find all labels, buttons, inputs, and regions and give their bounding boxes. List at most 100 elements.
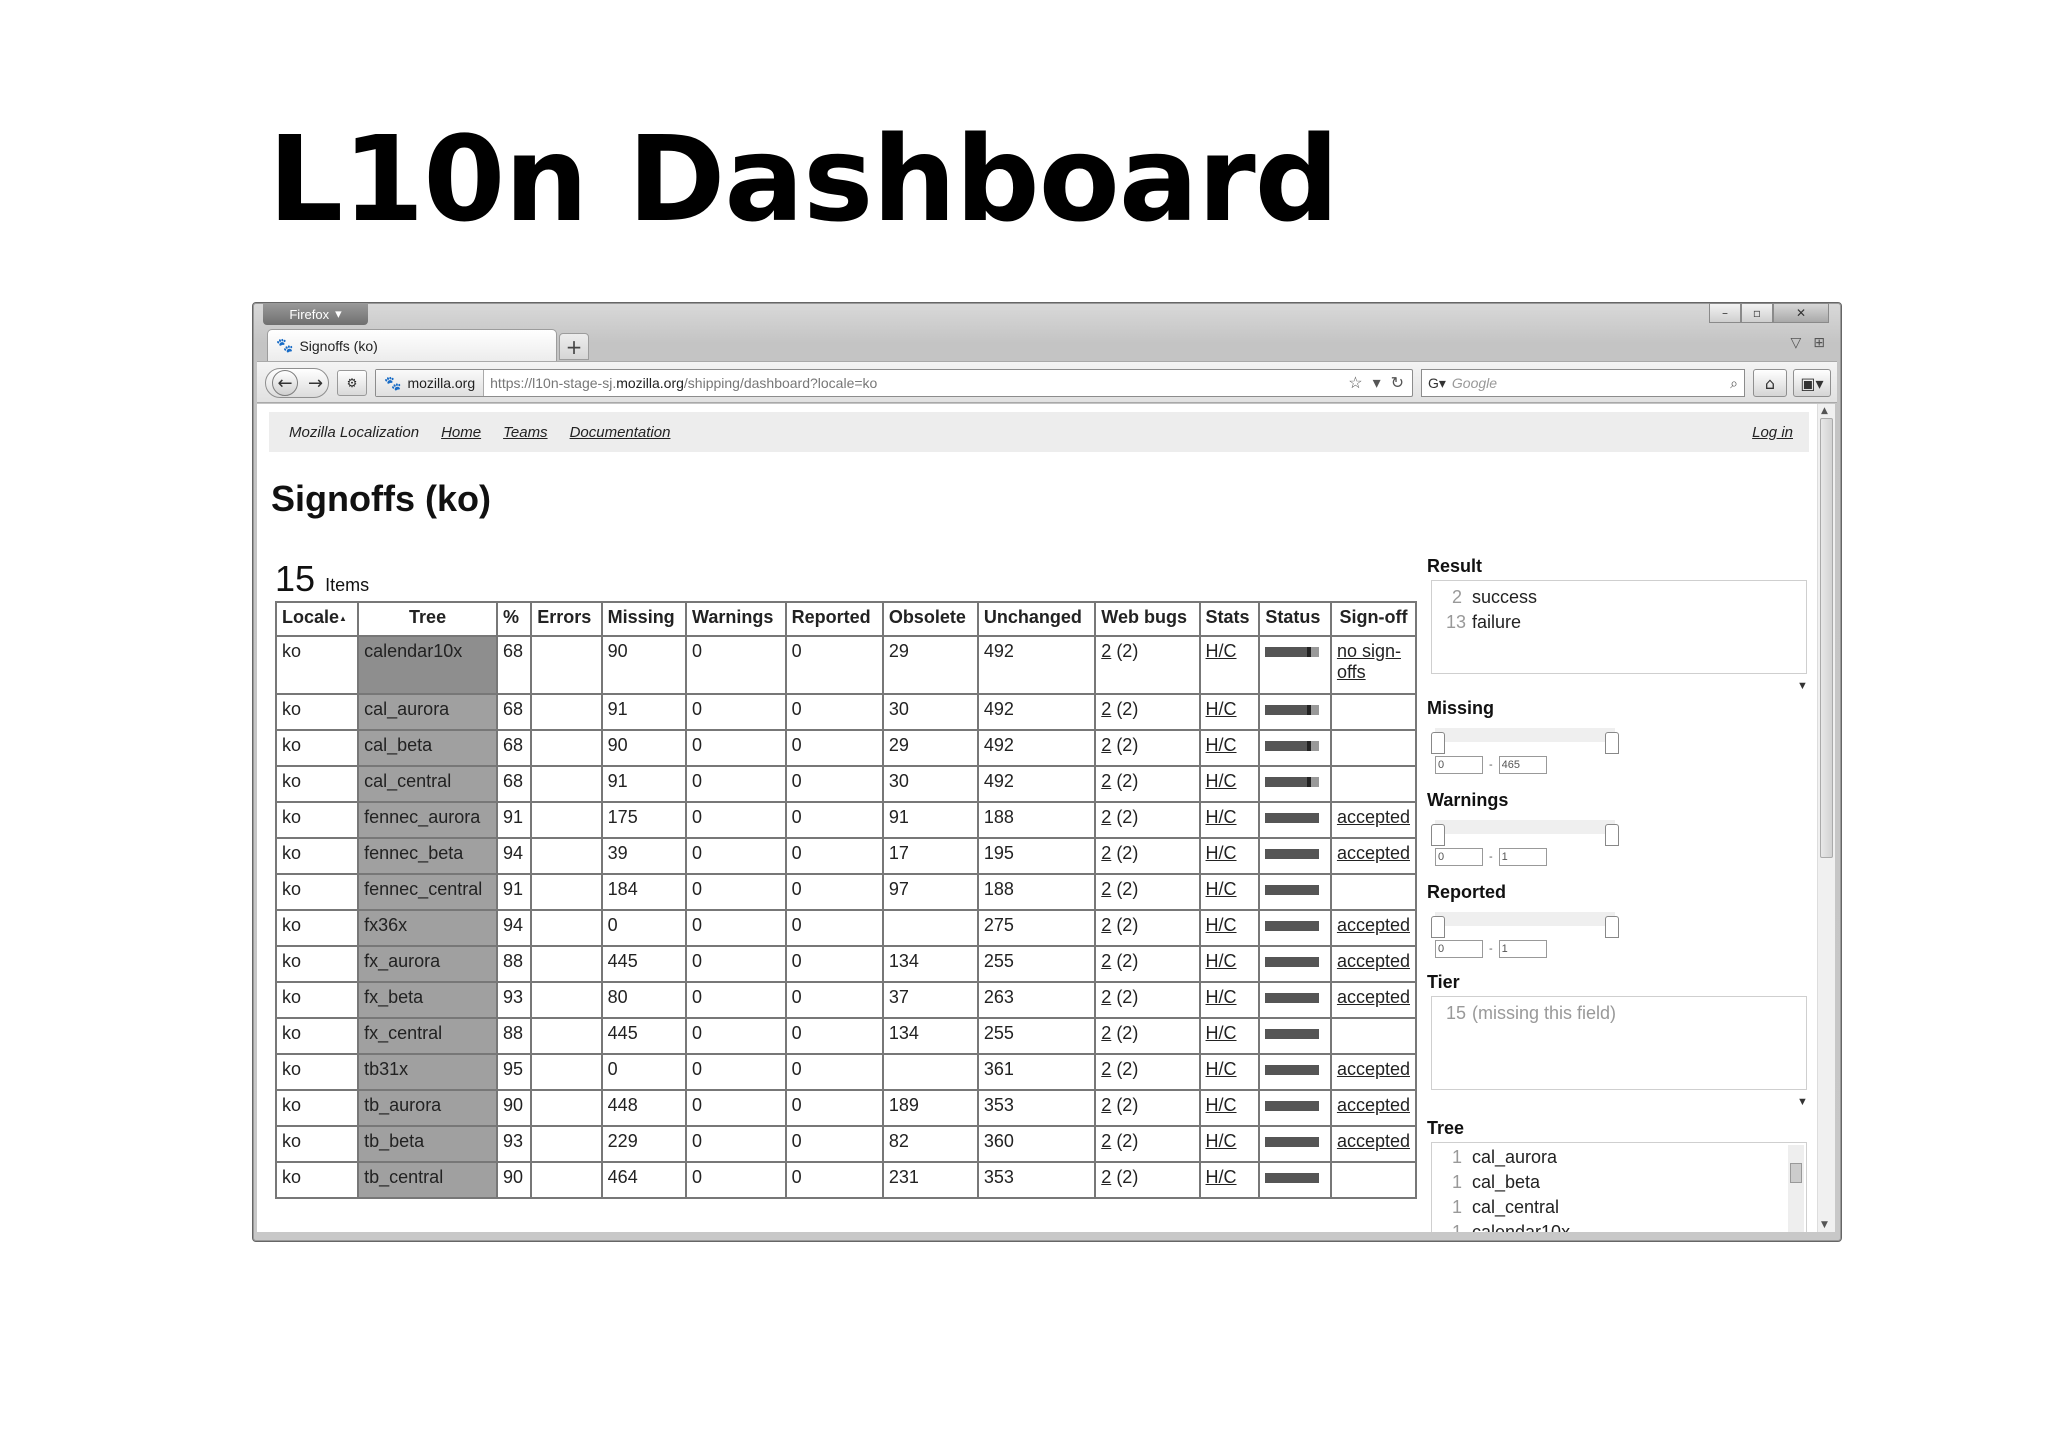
header-locale[interactable]: Locale▲ [274,601,360,637]
web-bugs-link[interactable]: 2 [1101,879,1111,899]
header-missing[interactable]: Missing [600,601,688,637]
forward-arrow-icon[interactable]: → [308,373,323,394]
site-identity-button[interactable]: 🐾 mozilla.org [376,370,485,396]
sign-off-link[interactable]: accepted [1337,807,1410,827]
facet-tree-item[interactable]: 1 cal_central [1432,1195,1806,1220]
stats-link[interactable]: H/C [1206,879,1237,899]
stats-link[interactable]: H/C [1206,771,1237,791]
home-icon[interactable]: ⌂ [1753,369,1787,397]
stats-link[interactable]: H/C [1206,915,1237,935]
bookmark-star-icon[interactable]: ☆ [1348,373,1362,393]
maximize-icon[interactable]: ▫ [1741,303,1773,323]
header-percent[interactable]: % [495,601,533,637]
search-icon[interactable]: ⌕ [1730,375,1738,392]
stats-link[interactable]: H/C [1206,951,1237,971]
stats-link[interactable]: H/C [1206,735,1237,755]
scroll-down-icon[interactable]: ▼ [1821,1220,1828,1230]
chevron-down-icon[interactable]: ▼ [1797,1096,1808,1108]
login-link[interactable]: Log in [1752,424,1793,441]
header-tree[interactable]: Tree [357,601,498,637]
facet-result-item-failure[interactable]: 13 failure [1432,610,1806,635]
slider-max-handle[interactable] [1605,732,1619,754]
web-bugs-link[interactable]: 2 [1101,1167,1111,1187]
stats-link[interactable]: H/C [1206,699,1237,719]
firefox-menu-button[interactable]: Firefox ▾ [263,303,368,325]
nav-link-documentation[interactable]: Documentation [570,424,671,441]
facet-tree-item[interactable]: 1 cal_aurora [1432,1145,1806,1170]
url-text[interactable]: https://l10n-stage-sj.mozilla.org/shippi… [484,375,877,391]
sign-off-link[interactable]: accepted [1337,987,1410,1007]
header-web-bugs[interactable]: Web bugs [1094,601,1201,637]
slider-min-handle[interactable] [1431,824,1445,846]
web-bugs-link[interactable]: 2 [1101,1131,1111,1151]
minimize-icon[interactable]: – [1709,303,1741,323]
web-bugs-link[interactable]: 2 [1101,807,1111,827]
nav-link-teams[interactable]: Teams [503,424,547,441]
header-sign-off[interactable]: Sign-off [1329,601,1418,637]
header-unchanged[interactable]: Unchanged [976,601,1097,637]
web-bugs-link[interactable]: 2 [1101,1095,1111,1115]
sign-off-link[interactable]: accepted [1337,1131,1410,1151]
web-bugs-link[interactable]: 2 [1101,641,1111,661]
slider-max-handle[interactable] [1605,824,1619,846]
slider-min-handle[interactable] [1431,916,1445,938]
stats-link[interactable]: H/C [1206,1023,1237,1043]
stats-link[interactable]: H/C [1206,1095,1237,1115]
stats-link[interactable]: H/C [1206,843,1237,863]
missing-max-input[interactable] [1498,756,1547,774]
stats-link[interactable]: H/C [1206,1059,1237,1079]
sign-off-link[interactable]: accepted [1337,951,1410,971]
addon-icon[interactable]: ⚙ [337,370,367,396]
sign-off-link[interactable]: accepted [1337,1095,1410,1115]
scroll-up-icon[interactable]: ▲ [1821,406,1828,416]
slider-max-handle[interactable] [1605,916,1619,938]
header-stats[interactable]: Stats [1198,601,1261,637]
warnings-min-input[interactable] [1435,848,1483,866]
missing-min-input[interactable] [1435,756,1483,774]
nav-link-home[interactable]: Home [441,424,481,441]
facet-tier-item[interactable]: 15 (missing this field) [1432,1001,1806,1026]
web-bugs-link[interactable]: 2 [1101,1023,1111,1043]
web-bugs-link[interactable]: 2 [1101,1059,1111,1079]
web-bugs-link[interactable]: 2 [1101,987,1111,1007]
tab-list-icon[interactable]: ▽ [1790,335,1801,351]
warnings-range-slider[interactable] [1431,820,1619,846]
sign-off-link[interactable]: accepted [1337,1059,1410,1079]
facet-tree-item[interactable]: 1 calendar10x [1432,1220,1806,1232]
sign-off-link[interactable]: no sign-offs [1337,641,1401,682]
header-warnings[interactable]: Warnings [685,601,787,637]
web-bugs-link[interactable]: 2 [1101,699,1111,719]
new-tab-icon[interactable]: + [559,333,589,360]
missing-range-slider[interactable] [1431,728,1619,754]
search-engine-icon[interactable]: G▾ [1428,375,1446,392]
sign-off-link[interactable]: accepted [1337,915,1410,935]
tab-signoffs[interactable]: 🐾 Signoffs (ko) [267,329,557,361]
header-status[interactable]: Status [1258,601,1332,637]
back-arrow-icon[interactable]: ← [272,370,298,396]
stats-link[interactable]: H/C [1206,1131,1237,1151]
close-icon[interactable]: ✕ [1773,303,1829,323]
history-dropdown-icon[interactable]: ▾ [1373,373,1381,393]
header-errors[interactable]: Errors [530,601,603,637]
header-reported[interactable]: Reported [784,601,884,637]
slider-min-handle[interactable] [1431,732,1445,754]
header-obsolete[interactable]: Obsolete [881,601,979,637]
scrollbar-thumb[interactable] [1820,418,1833,858]
stats-link[interactable]: H/C [1206,641,1237,661]
reported-min-input[interactable] [1435,940,1483,958]
search-bar[interactable]: G▾ Google ⌕ [1421,369,1745,397]
facet-tree-scrollbar[interactable] [1788,1145,1804,1232]
warnings-max-input[interactable] [1498,848,1547,866]
facet-result-item-success[interactable]: 2 success [1432,585,1806,610]
web-bugs-link[interactable]: 2 [1101,915,1111,935]
facet-tree-item[interactable]: 1 cal_beta [1432,1170,1806,1195]
reported-max-input[interactable] [1498,940,1547,958]
web-bugs-link[interactable]: 2 [1101,735,1111,755]
toolbar-menu-icon[interactable]: ▣▾ [1793,369,1831,397]
stats-link[interactable]: H/C [1206,987,1237,1007]
tab-groups-icon[interactable]: ⊞ [1813,335,1825,351]
stats-link[interactable]: H/C [1206,1167,1237,1187]
chevron-down-icon[interactable]: ▼ [1797,680,1808,692]
web-bugs-link[interactable]: 2 [1101,951,1111,971]
url-bar[interactable]: 🐾 mozilla.org https://l10n-stage-sj.mozi… [375,369,1413,397]
